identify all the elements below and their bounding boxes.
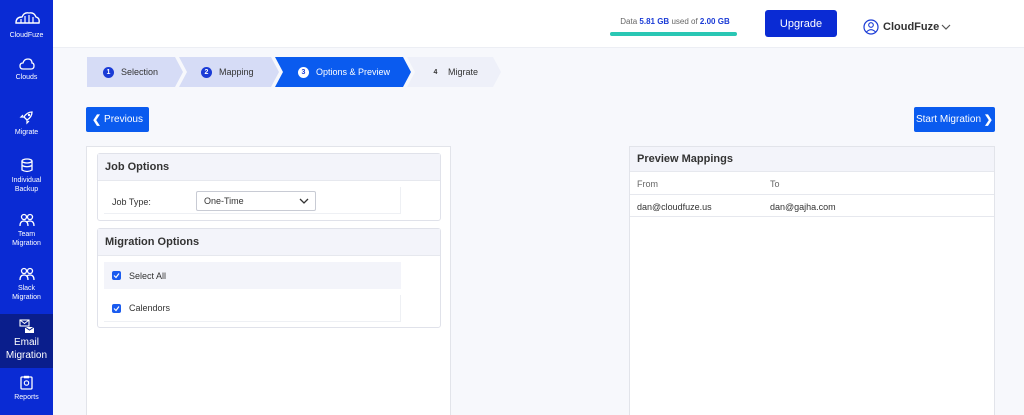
previous-label: Previous	[104, 114, 143, 125]
column-header-from: From	[637, 179, 658, 189]
sidebar-item-label: Migration	[12, 294, 41, 301]
sidebar-item-label: Clouds	[15, 74, 38, 81]
cloudfuze-logo[interactable]: CloudFuze	[0, 8, 53, 39]
storage-used: 5.81 GB	[639, 17, 670, 26]
option-select-all[interactable]: Select All	[104, 262, 401, 289]
step-label: Mapping	[219, 67, 254, 77]
storage-progress-bar	[610, 32, 737, 36]
option-label: Select All	[129, 270, 167, 281]
job-type-select[interactable]: One-Time	[196, 191, 316, 211]
user-icon	[863, 19, 879, 35]
storage-progress-fill	[610, 32, 737, 36]
migration-options-title: Migration Options	[98, 229, 440, 256]
sidebar-item-label: Reports	[14, 394, 39, 401]
preview-mappings-panel: Preview Mappings From To dan@cloudfuze.u…	[629, 146, 995, 415]
job-options-title: Job Options	[98, 154, 440, 181]
chevron-down-icon	[941, 24, 951, 30]
chevron-right-icon: ❯	[983, 114, 994, 126]
step-options-preview[interactable]: 3 Options & Preview	[282, 57, 407, 87]
sidebar-item-label: Email	[13, 337, 39, 348]
cloud-icon	[18, 58, 35, 70]
chevron-down-icon	[299, 198, 309, 204]
mapping-to: dan@gajha.com	[770, 202, 836, 212]
select-all-checkbox[interactable]	[112, 271, 121, 280]
sidebar-item-team-migration[interactable]: Team Migration	[0, 213, 53, 248]
chevron-left-icon: ❮	[92, 114, 102, 126]
top-header: Data 5.81 GB used of 2.00 GB Upgrade Clo…	[53, 0, 1024, 48]
step-label: Migrate	[448, 67, 479, 77]
sidebar-item-label: Migration	[12, 240, 41, 247]
start-migration-label: Start Migration	[915, 114, 982, 125]
job-type-label: Job Type:	[112, 197, 151, 207]
options-panel: Job Options Job Type: One-Time Migration…	[86, 146, 451, 415]
sidebar-item-label: Slack	[17, 285, 36, 292]
upgrade-button[interactable]: Upgrade	[765, 10, 837, 37]
calendors-checkbox[interactable]	[112, 303, 121, 313]
sidebar-item-label: Migration	[5, 350, 48, 361]
storage-total: 2.00 GB	[699, 17, 730, 26]
rocket-icon	[19, 111, 33, 125]
step-label: Options & Preview	[316, 67, 391, 77]
step-number: 1	[103, 66, 114, 78]
step-migrate[interactable]: 4 Migrate	[414, 57, 500, 87]
option-calendors[interactable]: Calendors	[104, 295, 401, 322]
team-icon	[18, 213, 35, 227]
preview-table-header: From To	[630, 172, 994, 195]
step-number: 2	[201, 66, 212, 78]
previous-button[interactable]: ❮ Previous	[86, 107, 149, 132]
step-mapping[interactable]: 2 Mapping	[185, 57, 277, 87]
sidebar-item-label: Migrate	[14, 129, 39, 136]
sidebar-item-label: Backup	[14, 186, 39, 193]
start-migration-button[interactable]: Start Migration ❯	[914, 107, 995, 132]
migration-options-card: Migration Options Select All Calendors	[97, 228, 441, 328]
sidebar: CloudFuze Clouds Migrate Individual Backu…	[0, 0, 53, 415]
account-menu[interactable]: CloudFuze	[863, 17, 955, 37]
database-icon	[20, 158, 33, 173]
preview-mappings-title: Preview Mappings	[630, 147, 994, 172]
account-name: CloudFuze	[883, 21, 940, 33]
storage-usage: Data 5.81 GB used of 2.00 GB	[611, 17, 739, 26]
sidebar-item-label: Individual	[11, 177, 42, 184]
check-icon	[113, 305, 120, 311]
job-type-value: One-Time	[204, 196, 244, 206]
team-icon	[18, 267, 35, 281]
step-number: 3	[298, 66, 309, 78]
storage-prefix: Data	[620, 17, 638, 26]
sidebar-item-migrate[interactable]: Migrate	[0, 109, 53, 137]
mapping-from: dan@cloudfuze.us	[637, 202, 712, 212]
logo-text: CloudFuze	[9, 32, 44, 39]
sidebar-item-email-migration[interactable]: Email Migration	[0, 314, 53, 368]
email-icon	[18, 319, 34, 333]
step-label: Selection	[121, 67, 159, 77]
clipboard-icon	[20, 375, 33, 390]
job-options-card: Job Options Job Type: One-Time	[97, 153, 441, 221]
step-selection[interactable]: 1 Selection	[87, 57, 179, 87]
column-header-to: To	[770, 179, 780, 189]
step-number: 4	[433, 68, 438, 76]
option-label: Calendors	[129, 303, 171, 313]
sidebar-item-reports[interactable]: Reports	[0, 375, 53, 402]
sidebar-item-slack-migration[interactable]: Slack Migration	[0, 267, 53, 302]
job-type-row: Job Type: One-Time	[104, 187, 401, 214]
table-row: dan@cloudfuze.us dan@gajha.com	[630, 195, 994, 217]
storage-middle: used of	[671, 17, 698, 26]
check-icon	[113, 273, 120, 279]
sidebar-item-individual-backup[interactable]: Individual Backup	[0, 158, 53, 194]
sidebar-item-label: Team	[17, 231, 36, 238]
sidebar-item-clouds[interactable]: Clouds	[0, 58, 53, 82]
cloudfuze-logo-icon	[14, 12, 40, 24]
